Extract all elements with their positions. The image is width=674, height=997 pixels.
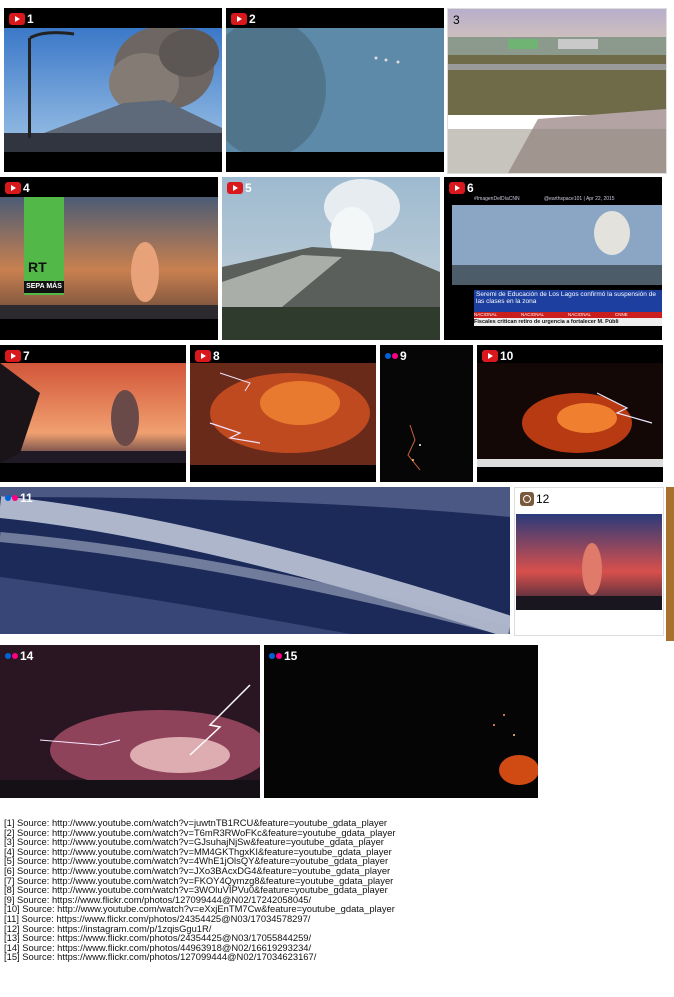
tv-ticker: Fiscales critican retiro de urgencia a f… (474, 318, 662, 326)
tile-10[interactable]: 10 (477, 345, 663, 482)
tv-handle: @earthspace101 | Apr 22, 2015 (544, 196, 615, 202)
youtube-icon (227, 182, 243, 194)
rt-logo-subtext: SEPA MÁS (24, 281, 64, 293)
flickr-icon (385, 353, 398, 359)
tile-badge: 10 (482, 349, 513, 363)
youtube-icon (5, 182, 21, 194)
pink-lightning-night-photo (0, 645, 260, 798)
tile-11[interactable]: 11 (0, 487, 510, 634)
tile-3[interactable]: 3 (447, 8, 667, 174)
town-view-photo (448, 9, 666, 173)
flickr-icon (5, 653, 18, 659)
youtube-icon (195, 350, 211, 362)
youtube-icon (231, 13, 247, 25)
tile-6[interactable]: 6 #ImagenDelDíaCNN @earthspace101 | Apr … (444, 177, 662, 340)
tile-badge: 3 (453, 13, 460, 27)
tile-8[interactable]: 8 (190, 345, 376, 482)
tile-badge: 14 (5, 649, 33, 663)
tv-headline: Seremi de Educación de Los Lagos confirm… (474, 290, 662, 312)
tile-badge: 7 (5, 349, 30, 363)
tile-2[interactable]: 2 (226, 8, 444, 172)
tile-badge: 6 (449, 181, 474, 195)
tile-9[interactable]: 9 (380, 345, 473, 482)
tile-badge: 1 (9, 12, 34, 26)
tile-badge: 5 (227, 181, 252, 195)
tile-badge: 4 (5, 181, 30, 195)
dark-night-eruption-photo (264, 645, 538, 798)
tile-14[interactable]: 14 (0, 645, 260, 798)
youtube-icon (9, 13, 25, 25)
tile-1[interactable]: 1 (4, 8, 222, 172)
news-volcano-photo (452, 205, 662, 285)
tile-badge: 15 (269, 649, 297, 663)
purple-sunset-plume-photo (516, 514, 662, 610)
flickr-icon (269, 653, 282, 659)
tile-7[interactable]: 7 (0, 345, 186, 482)
tile-badge: 2 (231, 12, 256, 26)
source-line: [15] Source: https://www.flickr.com/phot… (4, 951, 317, 963)
tile-12[interactable]: 12 (514, 487, 664, 636)
rt-logo-bar: RT SEPA MÁS (24, 197, 64, 295)
flickr-icon (5, 495, 18, 501)
volcano-eruption-photo (4, 28, 222, 152)
hazy-sky-photo (226, 28, 444, 152)
tile-badge: 12 (520, 492, 549, 506)
aerial-volcano-photo (222, 177, 440, 340)
youtube-icon (5, 350, 21, 362)
tile-badge: 9 (385, 349, 407, 363)
night-sparks-photo (380, 345, 473, 482)
tile-15[interactable]: 15 (264, 645, 538, 798)
lightning-lava-photo (190, 363, 376, 465)
tile-5[interactable]: 5 (222, 177, 440, 340)
tile-badge: 11 (5, 491, 33, 505)
tile-4[interactable]: 4 RT SEPA MÁS (0, 177, 218, 340)
tv-hashtag: #ImagenDelDíaCNN (474, 196, 520, 202)
satellite-clouds-photo (0, 487, 510, 634)
youtube-icon (449, 182, 465, 194)
night-eruption-lightning-photo (477, 363, 663, 467)
instagram-icon (520, 492, 534, 506)
cropped-tile-edge (666, 487, 674, 641)
rt-logo-text: RT (28, 259, 47, 275)
youtube-icon (482, 350, 498, 362)
tile-badge: 8 (195, 349, 220, 363)
sources-list: [1] Source: http://www.youtube.com/watch… (4, 818, 670, 962)
orange-sky-plume-photo (0, 363, 186, 463)
